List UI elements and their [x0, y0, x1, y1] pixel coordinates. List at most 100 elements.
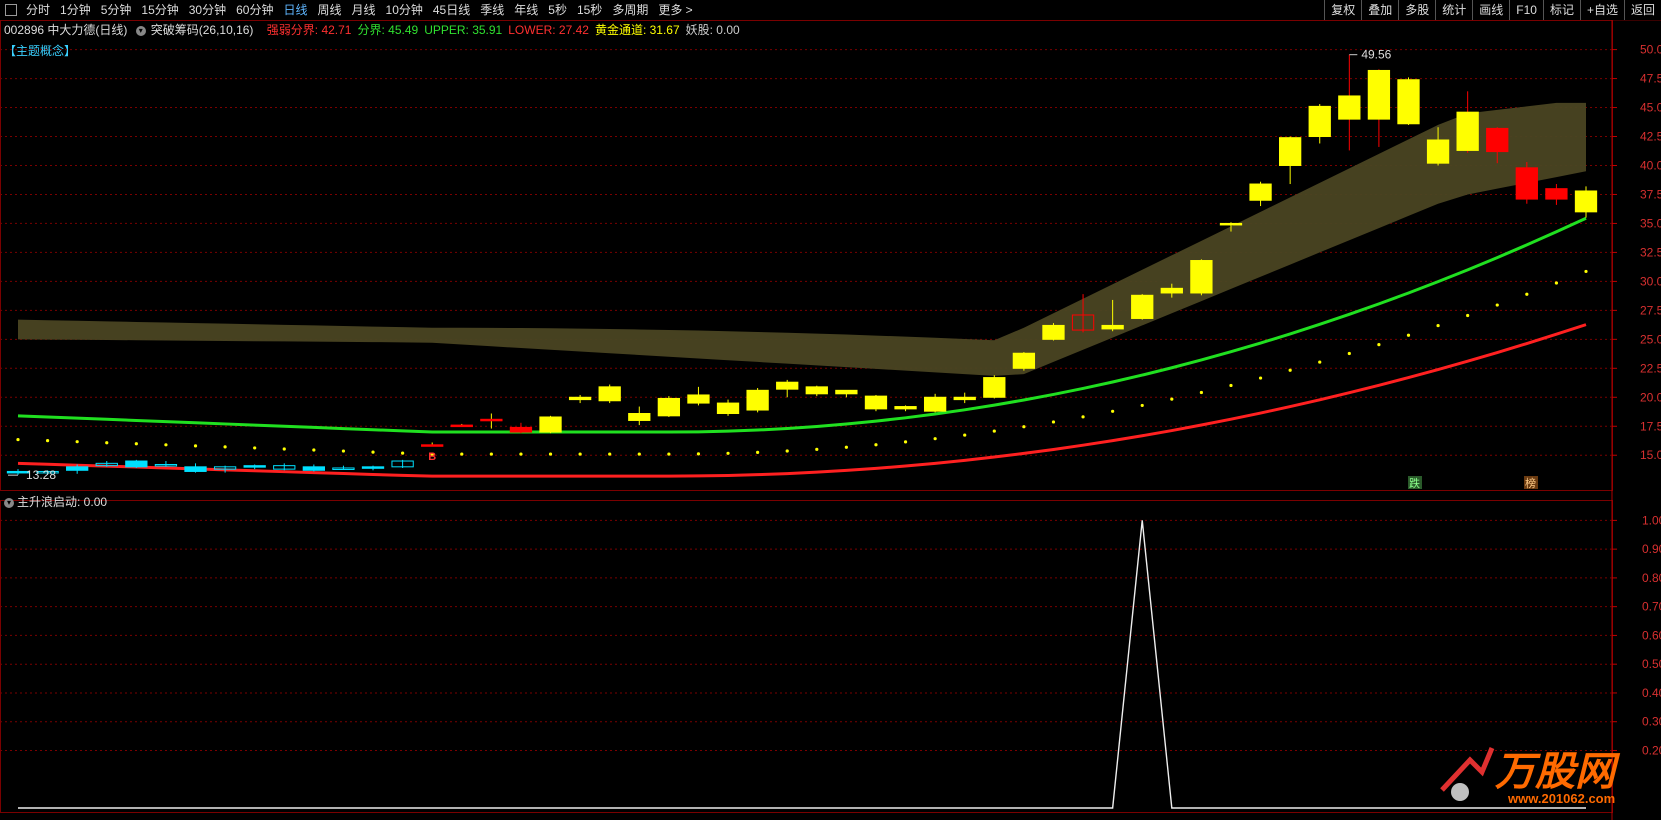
candle-body — [66, 466, 89, 471]
price-label: 25.00 — [1640, 332, 1661, 346]
period-tab-7[interactable]: 周线 — [312, 0, 346, 20]
period-tab-0[interactable]: 分时 — [21, 0, 55, 20]
watermark-logo-coin — [1451, 783, 1469, 801]
period-tab-10[interactable]: 45日线 — [428, 0, 475, 20]
toolbar-button-3[interactable]: 统计 — [1435, 0, 1472, 20]
golden-channel-dot — [1051, 420, 1056, 424]
period-tab-1[interactable]: 1分钟 — [55, 0, 96, 20]
candle-body — [243, 465, 266, 468]
period-tab-2[interactable]: 5分钟 — [96, 0, 137, 20]
indicator-value-1: 分界: 45.49 — [357, 23, 419, 37]
period-tab-3[interactable]: 15分钟 — [136, 0, 183, 20]
candle-body — [450, 424, 473, 428]
toolbar-button-4[interactable]: 画线 — [1472, 0, 1509, 20]
indicator-name[interactable]: 突破筹码(26,10,16) — [151, 23, 254, 37]
main-frame — [0, 20, 1613, 491]
bang-marker-bg — [1524, 476, 1538, 489]
golden-channel-dot — [253, 446, 257, 450]
golden-channel-dot — [933, 437, 937, 441]
period-tab-13[interactable]: 5秒 — [543, 0, 572, 20]
golden-channel-dot — [1170, 397, 1174, 401]
golden-channel-dot — [1436, 323, 1440, 328]
price-label: 45.00 — [1640, 101, 1661, 115]
indicator-value-0: 强弱分界: 42.71 — [266, 23, 352, 37]
candle-body — [1426, 139, 1450, 164]
candle-body — [154, 464, 178, 467]
toolbar-button-7[interactable]: +自选 — [1579, 0, 1624, 20]
toolbar-button-8[interactable]: 返回 — [1623, 0, 1661, 20]
indicator-value-3: LOWER: 27.42 — [508, 23, 589, 37]
golden-channel-dot — [1466, 313, 1470, 318]
candle-body — [687, 394, 710, 404]
candle-body — [421, 444, 444, 447]
sub-axis-label: 0.20 — [1642, 743, 1661, 757]
period-tab-8[interactable]: 月线 — [347, 0, 381, 20]
period-tab-5[interactable]: 60分钟 — [231, 0, 278, 20]
topic-concept-tag[interactable]: 【主题概念】 — [4, 42, 76, 59]
golden-channel-dot — [1111, 409, 1115, 413]
candle-body — [1397, 79, 1420, 125]
price-label: 40.00 — [1640, 158, 1661, 172]
period-tab-4[interactable]: 30分钟 — [184, 0, 231, 20]
candle-body — [835, 389, 858, 395]
sub-axis-label: 0.40 — [1642, 686, 1661, 700]
period-tab-14[interactable]: 15秒 — [572, 0, 607, 20]
sub-axis-label: 0.60 — [1642, 628, 1661, 642]
candle-body — [1486, 127, 1509, 153]
golden-channel-dot — [1288, 368, 1292, 372]
stock-code-name[interactable]: 002896 中大力德(日线) — [4, 23, 127, 37]
candle-body — [1190, 260, 1213, 294]
golden-channel-dot — [1258, 376, 1263, 380]
candle-body — [716, 402, 740, 415]
period-tab-15[interactable]: 多周期 — [607, 0, 653, 20]
candle-body — [302, 466, 325, 471]
golden-channel-dot — [667, 452, 671, 456]
golden-channel-dot — [134, 442, 138, 446]
golden-channel-dot — [963, 433, 967, 437]
toolbar-button-6[interactable]: 标记 — [1542, 0, 1580, 20]
candle-body — [1012, 352, 1036, 369]
price-label: 22.50 — [1640, 361, 1661, 375]
dropdown-icon[interactable]: ▾ — [4, 497, 14, 508]
dropdown-icon[interactable]: ▾ — [135, 25, 146, 36]
golden-channel-dot — [844, 445, 848, 449]
toolbar-button-1[interactable]: 叠加 — [1361, 0, 1398, 20]
lower-line-red — [17, 323, 1587, 478]
golden-channel-dot — [1081, 415, 1085, 419]
candle-body — [6, 470, 30, 474]
golden-channel-dot — [992, 429, 996, 433]
golden-channel-dot — [903, 440, 908, 444]
period-tab-12[interactable]: 年线 — [509, 0, 543, 20]
golden-channel-dot — [16, 437, 20, 442]
price-label: 15.00 — [1640, 448, 1661, 462]
toolbar-button-0[interactable]: 复权 — [1324, 0, 1361, 20]
price-label: 30.00 — [1640, 274, 1661, 288]
period-tab-16[interactable]: 更多 > — [653, 0, 697, 20]
toolbar-button-5[interactable]: F10 — [1509, 0, 1543, 20]
golden-channel-dot — [460, 452, 464, 456]
price-label: 27.50 — [1640, 303, 1661, 317]
window-icon[interactable] — [5, 4, 17, 16]
candle-body — [539, 416, 562, 433]
candle-body — [1456, 111, 1479, 151]
golden-channel-dot — [1140, 403, 1144, 408]
price-label: 47.50 — [1640, 72, 1661, 86]
sub-indicator-title[interactable]: 主升浪启动 — [17, 495, 77, 509]
toolbar-button-2[interactable]: 多股 — [1398, 0, 1435, 20]
candle-body — [273, 465, 296, 470]
period-tab-9[interactable]: 10分钟 — [381, 0, 428, 20]
golden-channel-dot — [519, 452, 523, 456]
golden-channel-dot — [637, 452, 641, 456]
candle-body — [1367, 69, 1391, 120]
golden-channel-dot — [1318, 360, 1322, 364]
sub-indicator-line — [18, 520, 1586, 809]
golden-channel-dot — [223, 445, 227, 449]
price-label: 50.00 — [1640, 43, 1661, 57]
period-tab-6[interactable]: 日线 — [278, 0, 312, 20]
candle-body — [125, 460, 148, 468]
sub-indicator-value: : 0.00 — [77, 495, 108, 509]
period-tab-11[interactable]: 季线 — [475, 0, 509, 20]
candle-body — [1219, 222, 1243, 226]
candle-body — [391, 460, 414, 468]
candle-body — [894, 406, 917, 410]
